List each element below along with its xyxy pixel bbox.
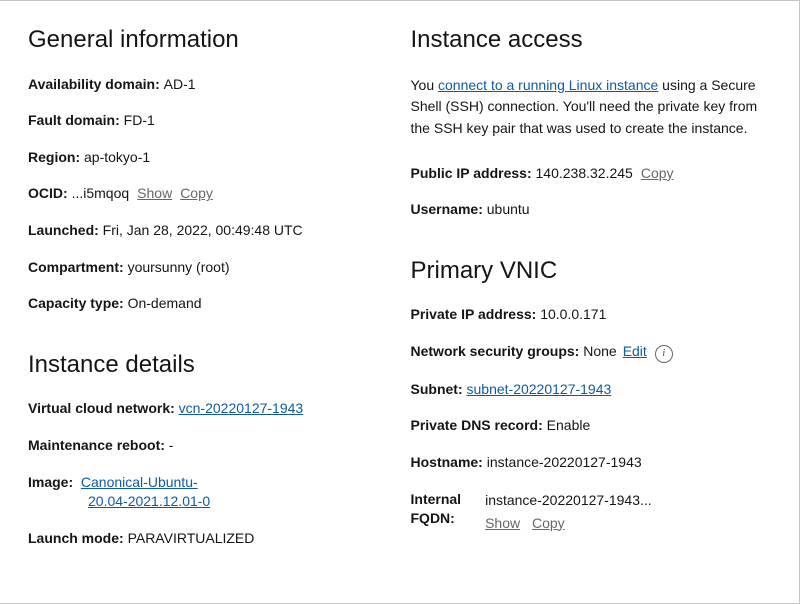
link-vcn[interactable]: vcn-20220127-1943	[179, 399, 304, 419]
value-capacity-type: On-demand	[128, 294, 202, 314]
label-fqdn-line1: Internal	[411, 490, 462, 510]
ocid-show-link[interactable]: Show	[137, 184, 172, 204]
label-private-dns: Private DNS record:	[411, 416, 547, 436]
value-fault-domain: FD-1	[124, 111, 155, 131]
label-compartment: Compartment:	[28, 258, 128, 278]
link-image-part2[interactable]: 20.04-2021.12.01-0	[88, 493, 210, 509]
fqdn-copy-link[interactable]: Copy	[532, 515, 565, 531]
row-private-ip: Private IP address: 10.0.0.171	[411, 305, 772, 325]
instance-access-description: You connect to a running Linux instance …	[411, 75, 772, 140]
value-username: ubuntu	[487, 200, 530, 220]
value-maintenance-reboot: -	[169, 436, 174, 456]
label-capacity-type: Capacity type:	[28, 294, 128, 314]
row-username: Username: ubuntu	[411, 200, 772, 220]
label-username: Username:	[411, 200, 487, 220]
row-fault-domain: Fault domain: FD-1	[28, 111, 389, 131]
value-region: ap-tokyo-1	[84, 148, 150, 168]
label-image: Image:	[28, 474, 77, 490]
label-subnet: Subnet:	[411, 380, 467, 400]
row-maintenance-reboot: Maintenance reboot: -	[28, 436, 389, 456]
label-region: Region:	[28, 148, 84, 168]
value-ocid: ...i5mqoq	[72, 184, 130, 204]
label-private-ip: Private IP address:	[411, 305, 541, 325]
label-vcn: Virtual cloud network:	[28, 399, 179, 419]
row-nsg: Network security groups: None Edit i	[411, 342, 772, 363]
label-public-ip: Public IP address:	[411, 164, 536, 184]
row-availability-domain: Availability domain: AD-1	[28, 75, 389, 95]
label-hostname: Hostname:	[411, 453, 487, 473]
info-icon[interactable]: i	[655, 345, 673, 363]
ocid-copy-link[interactable]: Copy	[180, 184, 213, 204]
link-nsg-edit[interactable]: Edit	[623, 342, 647, 362]
value-launch-mode: PARAVIRTUALIZED	[128, 529, 255, 549]
heading-instance-details: Instance details	[28, 348, 389, 382]
row-launched: Launched: Fri, Jan 28, 2022, 00:49:48 UT…	[28, 221, 389, 241]
label-availability-domain: Availability domain:	[28, 75, 164, 95]
row-region: Region: ap-tokyo-1	[28, 148, 389, 168]
fqdn-show-link[interactable]: Show	[485, 515, 520, 531]
value-hostname: instance-20220127-1943	[487, 453, 642, 473]
row-compartment: Compartment: yoursunny (root)	[28, 258, 389, 278]
label-fqdn-line2: FQDN:	[411, 509, 462, 529]
row-vcn: Virtual cloud network: vcn-20220127-1943	[28, 399, 389, 419]
label-fault-domain: Fault domain:	[28, 111, 124, 131]
row-subnet: Subnet: subnet-20220127-1943	[411, 380, 772, 400]
row-hostname: Hostname: instance-20220127-1943	[411, 453, 772, 473]
value-launched: Fri, Jan 28, 2022, 00:49:48 UTC	[103, 221, 303, 241]
row-public-ip: Public IP address: 140.238.32.245 Copy	[411, 164, 772, 184]
row-ocid: OCID: ...i5mqoq Show Copy	[28, 184, 389, 204]
link-image-part1[interactable]: Canonical-Ubuntu-	[81, 474, 198, 490]
row-fqdn: Internal FQDN: instance-20220127-1943...…	[411, 490, 772, 534]
public-ip-copy-link[interactable]: Copy	[641, 164, 674, 184]
label-launch-mode: Launch mode:	[28, 529, 128, 549]
row-private-dns: Private DNS record: Enable	[411, 416, 772, 436]
label-launched: Launched:	[28, 221, 103, 241]
row-launch-mode: Launch mode: PARAVIRTUALIZED	[28, 529, 389, 549]
value-public-ip: 140.238.32.245	[536, 164, 633, 184]
value-nsg: None	[583, 342, 616, 362]
label-nsg: Network security groups:	[411, 342, 584, 362]
heading-primary-vnic: Primary VNIC	[411, 254, 772, 288]
value-private-ip: 10.0.0.171	[540, 305, 606, 325]
value-availability-domain: AD-1	[164, 75, 196, 95]
label-ocid: OCID:	[28, 184, 72, 204]
label-maintenance-reboot: Maintenance reboot:	[28, 436, 169, 456]
row-capacity-type: Capacity type: On-demand	[28, 294, 389, 314]
heading-general-info: General information	[28, 23, 389, 57]
value-compartment: yoursunny (root)	[128, 258, 230, 278]
heading-instance-access: Instance access	[411, 23, 772, 57]
value-fqdn: instance-20220127-1943...	[485, 490, 652, 511]
value-private-dns: Enable	[547, 416, 591, 436]
text-you: You	[411, 77, 439, 93]
link-connect-instance[interactable]: connect to a running Linux instance	[438, 77, 658, 93]
link-subnet[interactable]: subnet-20220127-1943	[467, 380, 612, 400]
row-image: Image: Canonical-Ubuntu- 20.04-2021.12.0…	[28, 473, 389, 512]
